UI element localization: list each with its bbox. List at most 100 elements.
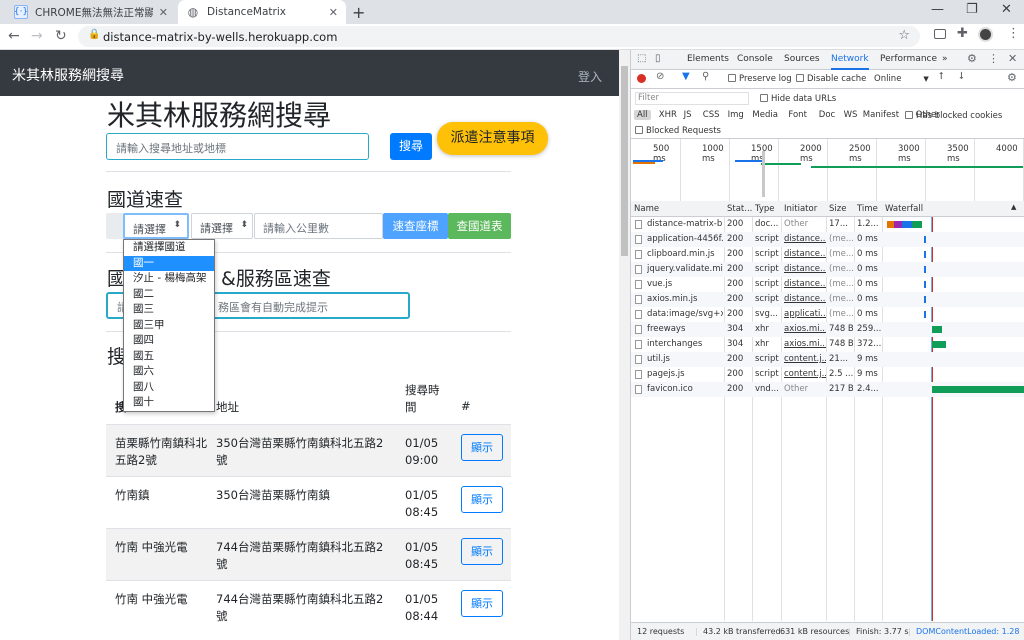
type-filter-all[interactable]: All: [634, 110, 651, 120]
bookmark-star-icon[interactable]: ☆: [898, 28, 910, 43]
request-row[interactable]: data:image/svg+x... 200 svg... applicati...…: [631, 307, 1024, 322]
request-row[interactable]: util.js 200 script content.j... 21... 9 ms: [631, 352, 1024, 367]
dropdown-option[interactable]: 國三甲: [124, 318, 214, 334]
back-icon[interactable]: ←: [8, 28, 20, 44]
notice-button[interactable]: 派遣注意事項: [437, 122, 548, 155]
dropdown-option[interactable]: 國八: [124, 380, 214, 396]
request-initiator[interactable]: distance...: [784, 232, 826, 247]
request-row[interactable]: distance-matrix-b... 200 doc... Other 17... 1…: [631, 217, 1024, 232]
request-row[interactable]: favicon.ico 200 vnd... Other 217 B 2.4...: [631, 382, 1024, 397]
coord-lookup-button[interactable]: 速查座標: [383, 213, 448, 239]
request-initiator[interactable]: applicati...: [784, 307, 826, 322]
preserve-log-checkbox[interactable]: Preserve log: [728, 74, 792, 84]
blocked-requests-checkbox[interactable]: Blocked Requests: [635, 126, 721, 136]
clear-icon[interactable]: ⊘: [656, 71, 664, 82]
type-filter-xhr[interactable]: XHR: [659, 110, 677, 120]
dropdown-option[interactable]: 國六: [124, 364, 214, 380]
type-filter-img[interactable]: Img: [728, 110, 744, 120]
search-button[interactable]: 搜尋: [390, 133, 432, 160]
tab-console[interactable]: Console: [737, 54, 773, 64]
overview-handle[interactable]: [762, 151, 765, 197]
dropdown-option[interactable]: 請選擇國道: [124, 240, 214, 256]
type-filter-js[interactable]: JS: [684, 110, 692, 120]
col-initiator[interactable]: Initiator: [784, 204, 817, 214]
throttle-select[interactable]: Online ▼: [874, 74, 929, 84]
request-initiator[interactable]: distance...: [784, 247, 826, 262]
tab-distance-matrix[interactable]: ◍ DistanceMatrix ✕: [178, 0, 346, 24]
page-scrollbar[interactable]: [619, 50, 630, 640]
reload-icon[interactable]: ↻: [55, 28, 67, 44]
close-tab-icon[interactable]: ✕: [329, 6, 338, 19]
col-status[interactable]: Stat...: [727, 204, 752, 214]
hide-data-urls-checkbox[interactable]: Hide data URLs: [760, 94, 836, 104]
type-filter-css[interactable]: CSS: [703, 110, 720, 120]
type-filter-ws[interactable]: WS: [844, 110, 858, 120]
sort-arrow-icon[interactable]: ▲: [1011, 203, 1016, 211]
close-devtools-icon[interactable]: ✕: [1008, 52, 1017, 65]
request-initiator[interactable]: content.j...: [784, 352, 826, 367]
close-tab-icon[interactable]: ✕: [159, 6, 168, 19]
request-initiator[interactable]: distance...: [784, 277, 826, 292]
export-icon[interactable]: ⭣: [959, 71, 964, 82]
request-initiator[interactable]: axios.mi...: [784, 337, 826, 352]
close-window-icon[interactable]: ✕: [1001, 2, 1012, 17]
filter-icon[interactable]: ▼: [682, 71, 690, 82]
request-initiator[interactable]: axios.mi...: [784, 322, 826, 337]
dropdown-option[interactable]: 國五: [124, 349, 214, 365]
avatar[interactable]: [978, 27, 993, 42]
show-button[interactable]: 顯示: [461, 590, 503, 617]
direction-select[interactable]: 請選擇 ⬍: [191, 213, 253, 239]
show-button[interactable]: 顯示: [461, 434, 503, 461]
dropdown-option[interactable]: 國二: [124, 287, 214, 303]
request-initiator[interactable]: distance...: [784, 292, 826, 307]
type-filter-doc[interactable]: Doc: [819, 110, 835, 120]
import-icon[interactable]: ⭡: [939, 71, 944, 82]
devtools-menu-icon[interactable]: ⋮: [988, 52, 999, 65]
brand[interactable]: 米其林服務網搜尋: [12, 65, 124, 85]
type-filter-manifest[interactable]: Manifest: [863, 110, 899, 120]
request-row[interactable]: application-4456f... 200 script distance...…: [631, 232, 1024, 247]
menu-icon[interactable]: ⋮: [1007, 26, 1020, 41]
search-input[interactable]: 請輸入搜尋地址或地標: [106, 133, 369, 160]
network-settings-icon[interactable]: ⚙: [1007, 71, 1017, 84]
highway-table-button[interactable]: 查國道表: [448, 213, 511, 239]
request-row[interactable]: interchanges 304 xhr axios.mi... 748 B 372...: [631, 337, 1024, 352]
tab-chrome-dropdown[interactable]: {·} CHROME無法無法正常顯示下拉選單 ✕: [6, 0, 176, 24]
highway-select[interactable]: 請選擇 ⬍: [123, 213, 189, 239]
request-initiator[interactable]: content.j...: [784, 367, 826, 382]
request-row[interactable]: freeways 304 xhr axios.mi... 748 B 259...: [631, 322, 1024, 337]
dropdown-option[interactable]: 國三: [124, 302, 214, 318]
filter-input[interactable]: Filter: [635, 92, 749, 105]
address-bar[interactable]: 🔒 distance-matrix-by-wells.herokuapp.com…: [78, 26, 920, 47]
forward-icon[interactable]: →: [31, 28, 43, 44]
cast-icon[interactable]: [934, 29, 946, 39]
request-row[interactable]: clipboard.min.js 200 script distance... (me.…: [631, 247, 1024, 262]
request-initiator[interactable]: distance...: [784, 262, 826, 277]
col-waterfall[interactable]: Waterfall: [885, 204, 923, 214]
record-icon[interactable]: [637, 74, 646, 83]
show-button[interactable]: 顯示: [461, 538, 503, 565]
highway-dropdown-list[interactable]: 請選擇國道 國一 汐止 - 楊梅高架 國二 國三 國三甲 國四 國五 國六 國八 國十: [123, 239, 215, 412]
dropdown-option[interactable]: 國四: [124, 333, 214, 349]
disable-cache-checkbox[interactable]: Disable cache: [796, 74, 866, 84]
blocked-cookies-checkbox[interactable]: Has blocked cookies: [905, 111, 1002, 121]
request-row[interactable]: vue.js 200 script distance... (me... 0 ms: [631, 277, 1024, 292]
request-row[interactable]: pagejs.js 200 script content.j... 2.5 ... 9 m…: [631, 367, 1024, 382]
inspect-icon[interactable]: ⬚: [637, 53, 646, 64]
dropdown-option[interactable]: 國一: [124, 255, 214, 271]
restore-icon[interactable]: ❐: [966, 2, 978, 17]
minimize-icon[interactable]: —: [931, 2, 944, 17]
dropdown-option[interactable]: 汐止 - 楊梅高架: [124, 271, 214, 287]
search-icon[interactable]: ⚲: [702, 71, 709, 82]
tab-elements[interactable]: Elements: [687, 54, 729, 64]
type-filter-media[interactable]: Media: [752, 110, 778, 120]
col-name[interactable]: Name: [634, 204, 659, 214]
login-link[interactable]: 登入: [578, 68, 602, 85]
km-input[interactable]: 請輸入公里數: [254, 213, 383, 239]
col-time[interactable]: Time: [857, 204, 878, 214]
scrollbar-thumb[interactable]: [621, 66, 628, 256]
more-tabs-icon[interactable]: »: [942, 54, 948, 64]
new-tab-button[interactable]: +: [352, 3, 365, 22]
settings-gear-icon[interactable]: ⚙: [967, 52, 977, 65]
dropdown-option[interactable]: 國十: [124, 395, 214, 411]
